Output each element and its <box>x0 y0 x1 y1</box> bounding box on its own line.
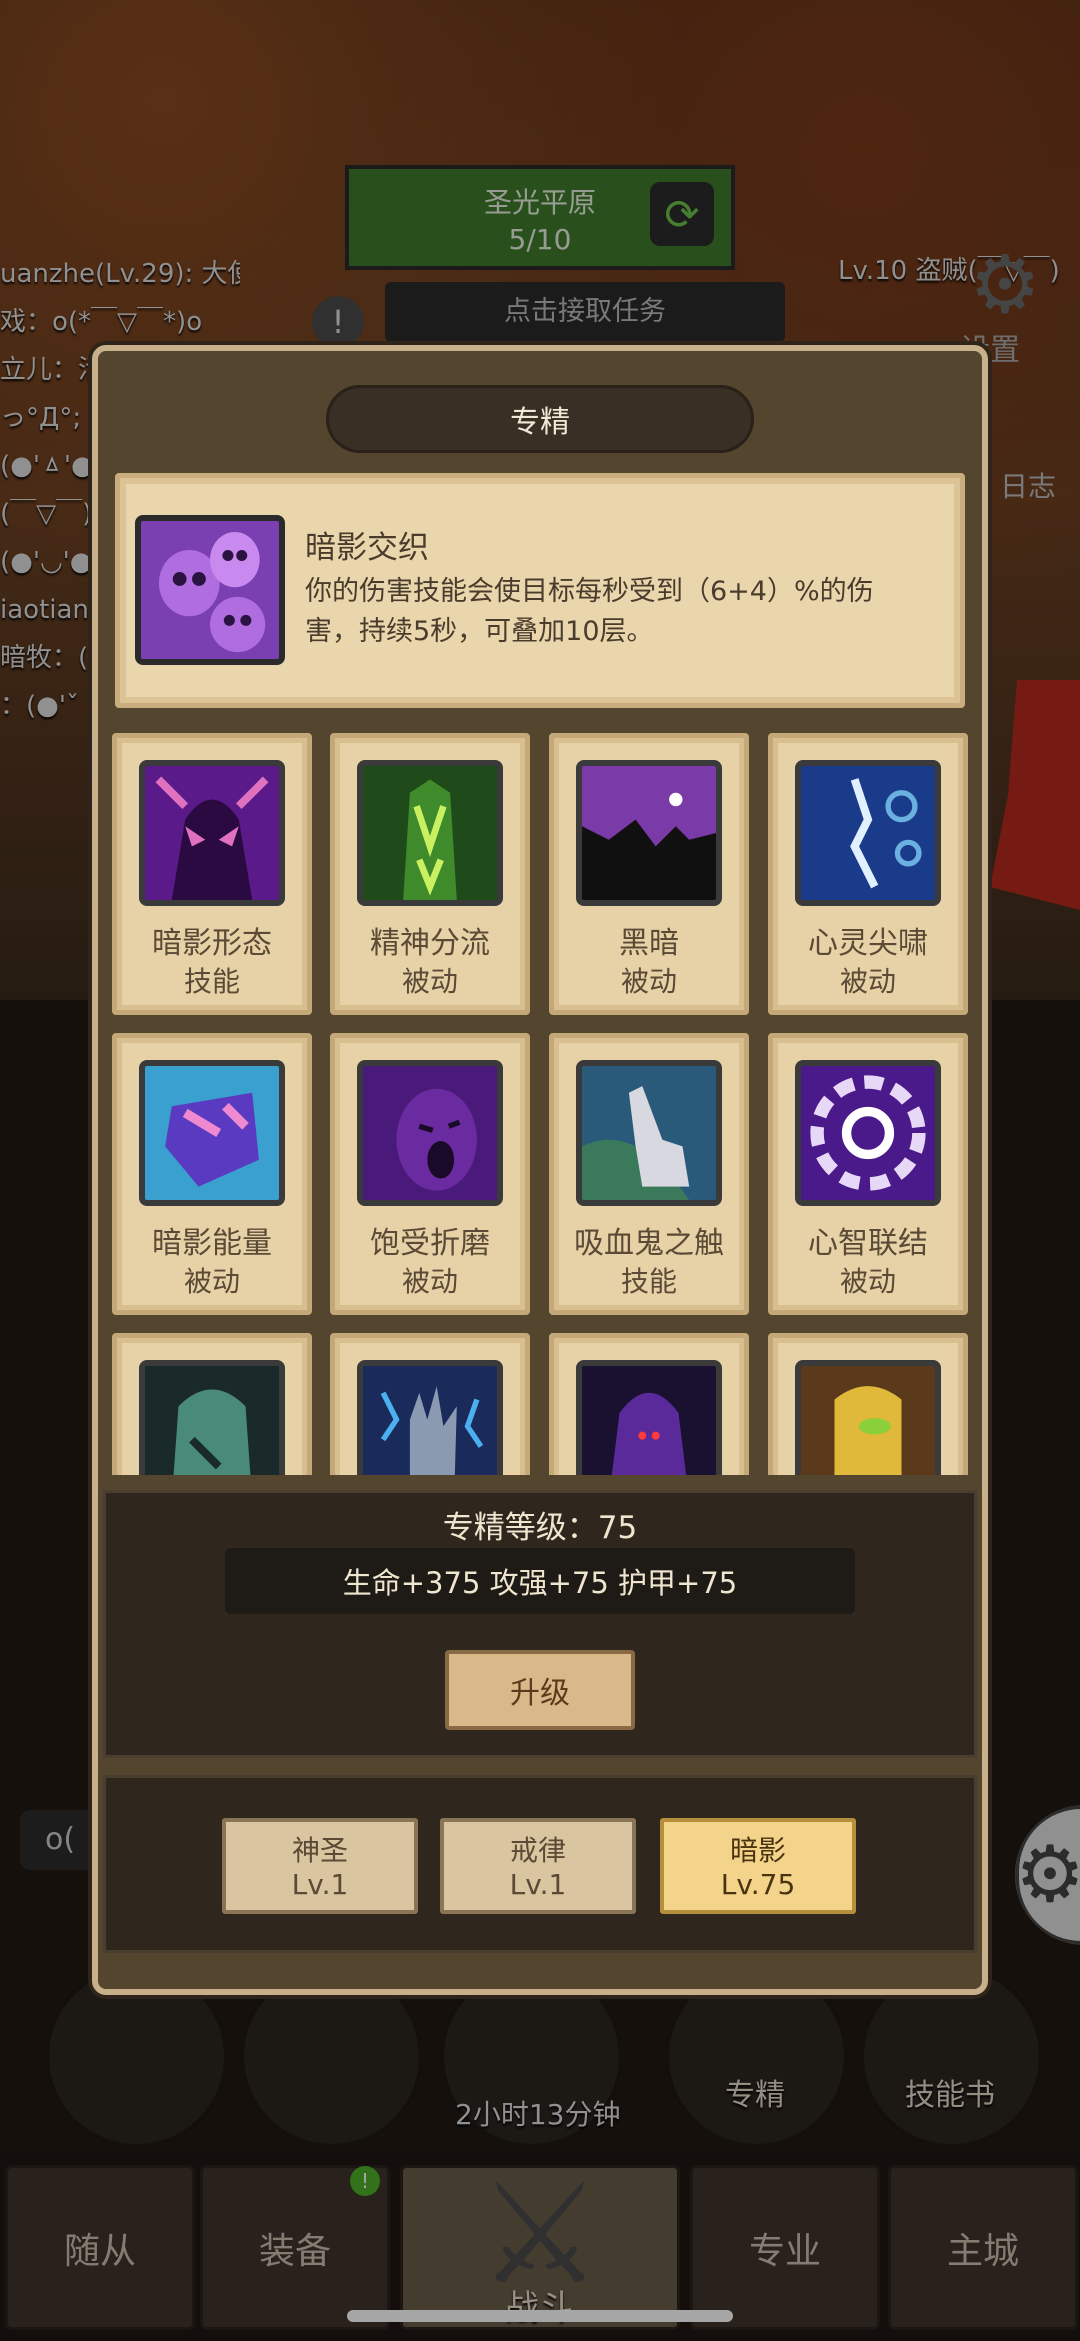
spec-level: Lv.75 <box>720 1868 796 1901</box>
hooded-figure-icon <box>139 1360 285 1475</box>
spec-name: 戒律 <box>509 1834 566 1867</box>
skill-card-vampiric-touch[interactable]: 吸血鬼之触 技能 <box>549 1033 749 1315</box>
purple-hood-icon <box>576 1360 722 1475</box>
skill-grid: 暗影形态 技能 精神分流 被动 黑暗 被动 心灵尖啸 被动 暗影能量 被动 饱受… <box>100 725 980 1475</box>
skill-type: 技能 <box>620 1265 677 1298</box>
spec-level: Lv.1 <box>291 1868 349 1901</box>
skill-name: 饱受折磨 <box>370 1226 490 1261</box>
skill-name: 心智联结 <box>808 1226 928 1261</box>
skill-card[interactable] <box>330 1333 530 1475</box>
mind-split-icon <box>357 760 503 906</box>
skill-type: 被动 <box>839 1265 896 1298</box>
tormented-icon <box>357 1060 503 1206</box>
skill-card-tormented[interactable]: 饱受折磨 被动 <box>330 1033 530 1315</box>
skill-type: 技能 <box>183 965 240 998</box>
golden-mask-icon <box>795 1360 941 1475</box>
shadow-energy-icon <box>139 1060 285 1206</box>
skill-card[interactable] <box>768 1333 968 1475</box>
lightning-hand-icon <box>357 1360 503 1475</box>
psychic-scream-icon <box>795 760 941 906</box>
skill-name: 暗影能量 <box>152 1226 272 1261</box>
skill-type: 被动 <box>401 1265 458 1298</box>
skill-card[interactable] <box>549 1333 749 1475</box>
skull-cluster-icon <box>135 515 285 665</box>
stats-bonus-bar: 生命+375 攻强+75 护甲+75 <box>225 1548 855 1614</box>
spec-button-discipline[interactable]: 戒律 Lv.1 <box>440 1818 636 1914</box>
skill-card-darkness[interactable]: 黑暗 被动 <box>549 733 749 1015</box>
skill-card-mind-link[interactable]: 心智联结 被动 <box>768 1033 968 1315</box>
skill-card-mind-split[interactable]: 精神分流 被动 <box>330 733 530 1015</box>
skill-type: 被动 <box>401 965 458 998</box>
mind-link-icon <box>795 1060 941 1206</box>
skill-type: 被动 <box>839 965 896 998</box>
skill-card-psychic-scream[interactable]: 心灵尖啸 被动 <box>768 733 968 1015</box>
spec-button-shadow[interactable]: 暗影 Lv.75 <box>660 1818 856 1914</box>
upgrade-button[interactable]: 升级 <box>445 1650 635 1730</box>
skill-name: 暗影形态 <box>152 926 272 961</box>
shadow-form-icon <box>139 760 285 906</box>
spec-name: 神圣 <box>291 1834 348 1867</box>
skill-card-shadow-energy[interactable]: 暗影能量 被动 <box>112 1033 312 1315</box>
selected-skill-name: 暗影交织 <box>305 530 429 566</box>
skill-name: 吸血鬼之触 <box>574 1226 724 1261</box>
darkness-icon <box>576 760 722 906</box>
skill-name: 精神分流 <box>370 926 490 961</box>
modal-title: 专精 <box>326 385 754 453</box>
spec-level-text: 专精等级：75 <box>442 1510 638 1546</box>
spec-name: 暗影 <box>729 1834 786 1867</box>
skill-card[interactable] <box>112 1333 312 1475</box>
vampiric-touch-icon <box>576 1060 722 1206</box>
skill-type: 被动 <box>183 1265 240 1298</box>
spec-level: Lv.1 <box>509 1868 567 1901</box>
skill-type: 被动 <box>620 965 677 998</box>
skill-name: 黑暗 <box>619 926 679 961</box>
skill-name: 心灵尖啸 <box>808 926 928 961</box>
skill-card-shadow-form[interactable]: 暗影形态 技能 <box>112 733 312 1015</box>
spec-button-holy[interactable]: 神圣 Lv.1 <box>222 1818 418 1914</box>
selected-skill-description: 你的伤害技能会使目标每秒受到（6+4）%的伤害，持续5秒，可叠加10层。 <box>305 576 874 647</box>
